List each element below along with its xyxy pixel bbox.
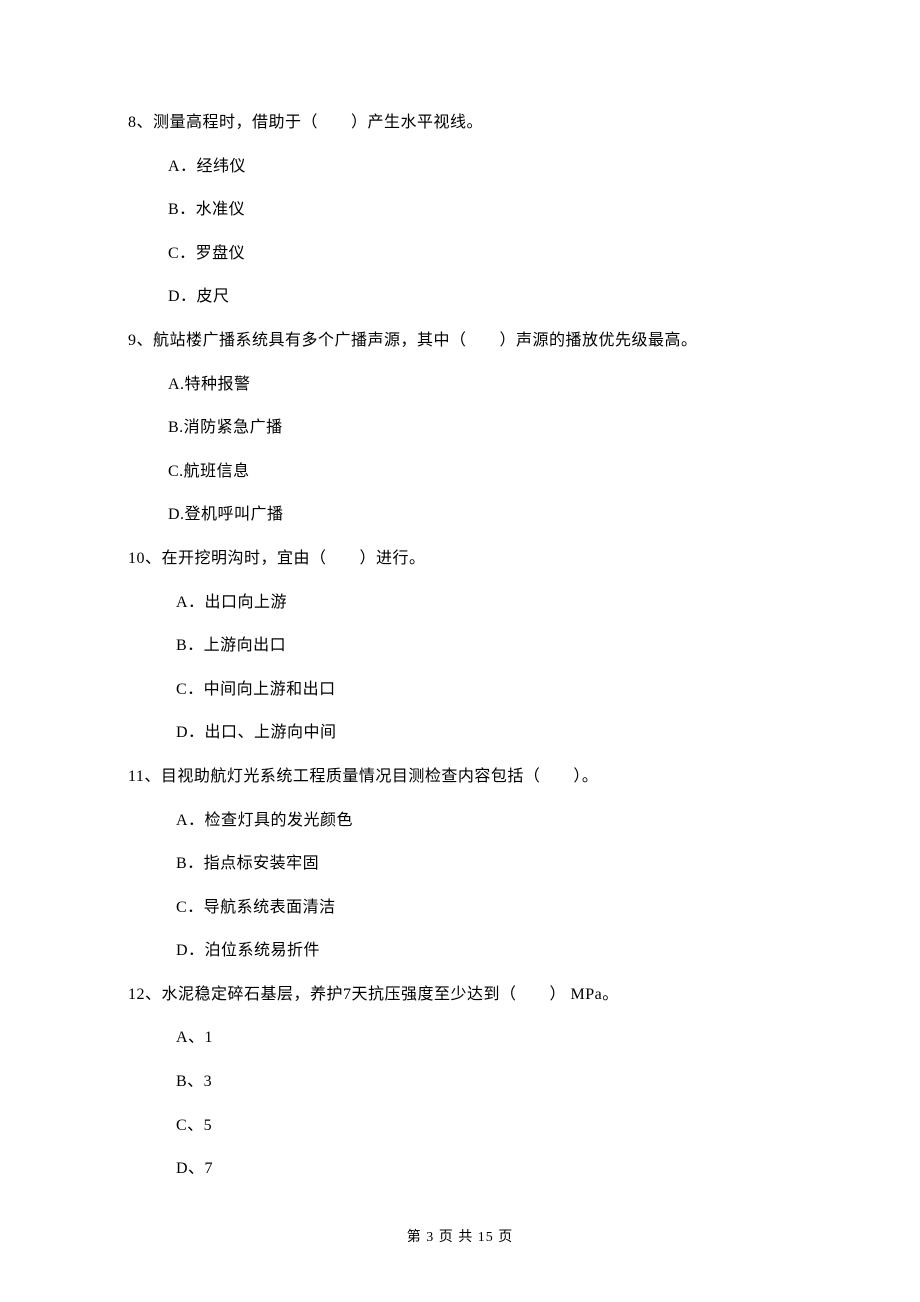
page-content: 8、测量高程时，借助于（ ）产生水平视线。 A．经纬仪 B．水准仪 C．罗盘仪 … [0,0,920,1182]
question-text: 12、水泥稳定碎石基层，养护7天抗压强度至少达到（ ） MPa。 [128,982,792,1008]
question-number: 9、 [128,332,153,349]
question-body: 测量高程时，借助于（ ）产生水平视线。 [153,114,483,131]
question-body: 在开挖明沟时，宜由（ ）进行。 [162,550,426,567]
question-12: 12、水泥稳定碎石基层，养护7天抗压强度至少达到（ ） MPa。 A、1 B、3… [128,982,792,1182]
option-d: D．出口、上游向中间 [176,720,792,746]
question-text: 9、航站楼广播系统具有多个广播声源，其中（ ）声源的播放优先级最高。 [128,328,792,354]
option-b: B．水准仪 [168,197,792,223]
question-number: 12、 [128,986,162,1003]
question-8: 8、测量高程时，借助于（ ）产生水平视线。 A．经纬仪 B．水准仪 C．罗盘仪 … [128,110,792,310]
question-11: 11、目视助航灯光系统工程质量情况目测检查内容包括（ ）。 A．检查灯具的发光颜… [128,764,792,964]
options-list: A．经纬仪 B．水准仪 C．罗盘仪 D．皮尺 [128,154,792,310]
question-body: 航站楼广播系统具有多个广播声源，其中（ ）声源的播放优先级最高。 [153,332,698,349]
question-body: 水泥稳定碎石基层，养护7天抗压强度至少达到（ ） MPa。 [162,986,619,1003]
option-c: C．中间向上游和出口 [176,677,792,703]
option-b: B．指点标安装牢固 [176,851,792,877]
option-b: B．上游向出口 [176,633,792,659]
question-number: 11、 [128,768,161,785]
option-c: C．导航系统表面清洁 [176,895,792,921]
option-a: A.特种报警 [168,372,792,398]
option-c: C．罗盘仪 [168,241,792,267]
option-c: C.航班信息 [168,459,792,485]
question-text: 8、测量高程时，借助于（ ）产生水平视线。 [128,110,792,136]
question-number: 10、 [128,550,162,567]
question-text: 10、在开挖明沟时，宜由（ ）进行。 [128,546,792,572]
option-b: B、3 [176,1069,792,1095]
option-b: B.消防紧急广播 [168,415,792,441]
option-a: A．检查灯具的发光颜色 [176,808,792,834]
option-d: D.登机呼叫广播 [168,502,792,528]
option-a: A．出口向上游 [176,590,792,616]
option-d: D．泊位系统易折件 [176,938,792,964]
question-number: 8、 [128,114,153,131]
option-a: A．经纬仪 [168,154,792,180]
options-list: A．检查灯具的发光颜色 B．指点标安装牢固 C．导航系统表面清洁 D．泊位系统易… [128,808,792,964]
option-c: C、5 [176,1113,792,1139]
question-body: 目视助航灯光系统工程质量情况目测检查内容包括（ ）。 [161,768,599,785]
option-a: A、1 [176,1025,792,1051]
option-d: D．皮尺 [168,284,792,310]
question-9: 9、航站楼广播系统具有多个广播声源，其中（ ）声源的播放优先级最高。 A.特种报… [128,328,792,528]
page-footer: 第 3 页 共 15 页 [0,1226,920,1246]
question-text: 11、目视助航灯光系统工程质量情况目测检查内容包括（ ）。 [128,764,792,790]
options-list: A．出口向上游 B．上游向出口 C．中间向上游和出口 D．出口、上游向中间 [128,590,792,746]
options-list: A、1 B、3 C、5 D、7 [128,1025,792,1181]
question-10: 10、在开挖明沟时，宜由（ ）进行。 A．出口向上游 B．上游向出口 C．中间向… [128,546,792,746]
options-list: A.特种报警 B.消防紧急广播 C.航班信息 D.登机呼叫广播 [128,372,792,528]
option-d: D、7 [176,1156,792,1182]
